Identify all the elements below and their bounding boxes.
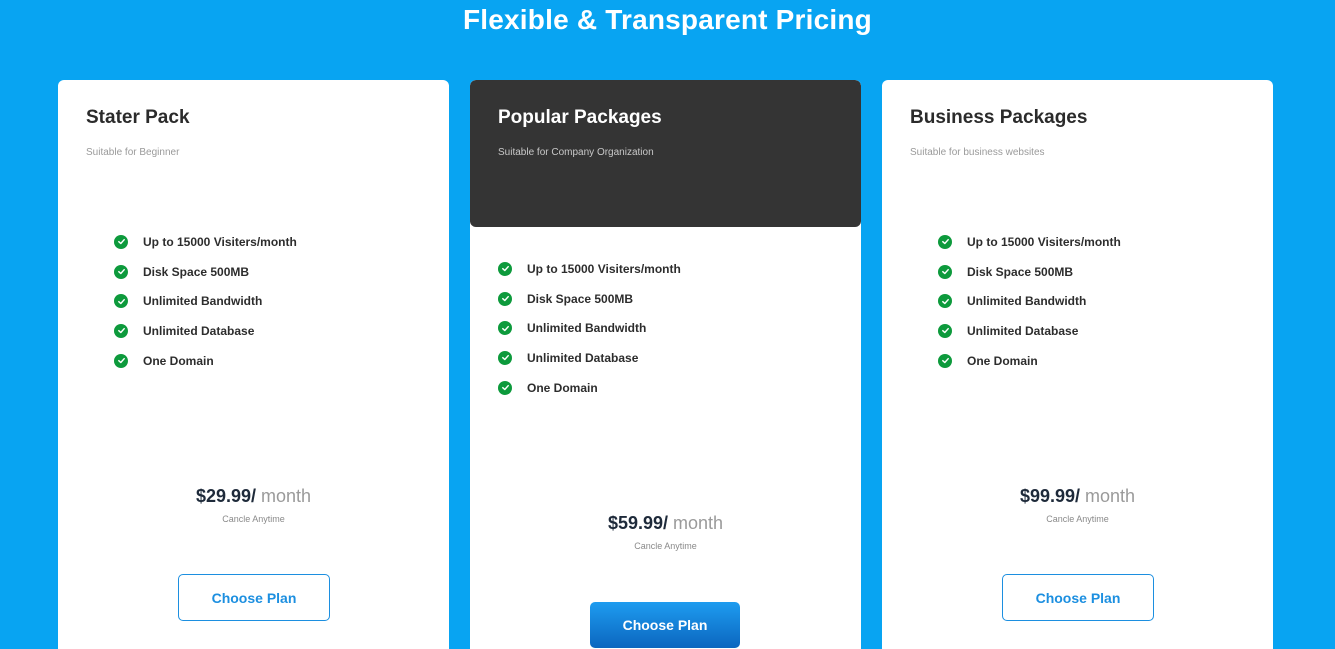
price-period: month — [673, 513, 724, 533]
feature-item: Unlimited Database — [498, 343, 681, 373]
feature-text: Unlimited Database — [143, 323, 255, 338]
check-circle-icon — [938, 323, 952, 338]
feature-item: Unlimited Database — [938, 316, 1121, 346]
feature-text: Up to 15000 Visiters/month — [527, 261, 681, 276]
price-separator: / — [251, 486, 257, 506]
price-amount: $29.99 — [195, 486, 251, 506]
plan-name: Stater Pack — [86, 107, 190, 128]
feature-text: Unlimited Bandwidth — [967, 294, 1087, 309]
choose-plan-button[interactable]: Choose Plan — [1002, 574, 1154, 621]
feature-list: Up to 15000 Visiters/month Disk Space 50… — [114, 227, 297, 375]
price-note: Cancle Anytime — [1046, 514, 1109, 524]
price-period: month — [261, 486, 312, 506]
price-note: Cancle Anytime — [634, 541, 697, 551]
feature-item: Disk Space 500MB — [114, 257, 297, 287]
pricing-card-starter: Stater Pack Suitable for Beginner Up to … — [58, 80, 449, 649]
pricing-section: Flexible & Transparent Pricing Stater Pa… — [0, 0, 1335, 649]
check-circle-icon — [938, 264, 952, 279]
check-circle-icon — [114, 294, 128, 309]
pricing-card-business: Business Packages Suitable for business … — [882, 80, 1273, 649]
price-period: month — [1085, 486, 1136, 506]
feature-text: Unlimited Database — [527, 350, 639, 365]
check-circle-icon — [938, 234, 952, 249]
section-title: Flexible & Transparent Pricing — [462, 4, 872, 35]
plan-subtitle: Suitable for Company Organization — [498, 147, 654, 158]
feature-item: Unlimited Database — [114, 316, 297, 346]
feature-text: One Domain — [527, 380, 598, 395]
feature-item: One Domain — [114, 346, 297, 376]
check-circle-icon — [114, 264, 128, 279]
choose-plan-button[interactable]: Choose Plan — [590, 602, 740, 648]
price-block: $99.99/ month Cancle Anytime — [882, 484, 1273, 524]
feature-item: Unlimited Bandwidth — [938, 286, 1121, 316]
price-line: $99.99/ month — [882, 484, 1273, 508]
plan-name: Popular Packages — [498, 107, 662, 128]
card-header: Popular Packages Suitable for Company Or… — [470, 80, 861, 227]
price-amount: $59.99 — [607, 513, 663, 533]
pricing-card-popular: Popular Packages Suitable for Company Or… — [470, 80, 861, 649]
feature-text: Disk Space 500MB — [143, 264, 250, 279]
card-header: Business Packages Suitable for business … — [882, 80, 1273, 227]
price-line: $29.99/ month — [58, 484, 449, 508]
feature-item: Up to 15000 Visiters/month — [114, 227, 297, 257]
check-circle-icon — [938, 353, 952, 368]
feature-item: One Domain — [498, 373, 681, 403]
check-circle-icon — [498, 321, 512, 336]
feature-item: Up to 15000 Visiters/month — [498, 254, 681, 284]
check-circle-icon — [498, 291, 512, 306]
feature-text: Unlimited Database — [967, 323, 1079, 338]
price-separator: / — [1075, 486, 1081, 506]
check-circle-icon — [114, 353, 128, 368]
check-circle-icon — [498, 380, 512, 395]
card-header: Stater Pack Suitable for Beginner — [58, 80, 449, 227]
feature-item: Unlimited Bandwidth — [498, 313, 681, 343]
price-line: $59.99/ month — [470, 511, 861, 535]
feature-text: One Domain — [967, 353, 1038, 368]
feature-text: Unlimited Bandwidth — [527, 321, 647, 336]
feature-item: One Domain — [938, 346, 1121, 376]
check-circle-icon — [114, 234, 128, 249]
feature-item: Unlimited Bandwidth — [114, 286, 297, 316]
feature-item: Disk Space 500MB — [498, 284, 681, 314]
feature-list: Up to 15000 Visiters/month Disk Space 50… — [938, 227, 1121, 375]
check-circle-icon — [498, 350, 512, 365]
price-block: $29.99/ month Cancle Anytime — [58, 484, 449, 524]
check-circle-icon — [114, 323, 128, 338]
feature-list: Up to 15000 Visiters/month Disk Space 50… — [498, 254, 681, 402]
feature-text: Up to 15000 Visiters/month — [967, 234, 1121, 249]
feature-text: Disk Space 500MB — [527, 291, 634, 306]
check-circle-icon — [938, 294, 952, 309]
feature-item: Up to 15000 Visiters/month — [938, 227, 1121, 257]
feature-text: One Domain — [143, 353, 214, 368]
plan-subtitle: Suitable for business websites — [910, 147, 1045, 158]
check-circle-icon — [498, 261, 512, 276]
price-note: Cancle Anytime — [222, 514, 285, 524]
price-separator: / — [663, 513, 669, 533]
plan-subtitle: Suitable for Beginner — [86, 147, 180, 158]
price-amount: $99.99 — [1019, 486, 1075, 506]
feature-item: Disk Space 500MB — [938, 257, 1121, 287]
plan-name: Business Packages — [910, 107, 1088, 128]
price-block: $59.99/ month Cancle Anytime — [470, 511, 861, 551]
feature-text: Up to 15000 Visiters/month — [143, 234, 297, 249]
feature-text: Unlimited Bandwidth — [143, 294, 263, 309]
choose-plan-button[interactable]: Choose Plan — [178, 574, 330, 621]
feature-text: Disk Space 500MB — [967, 264, 1074, 279]
